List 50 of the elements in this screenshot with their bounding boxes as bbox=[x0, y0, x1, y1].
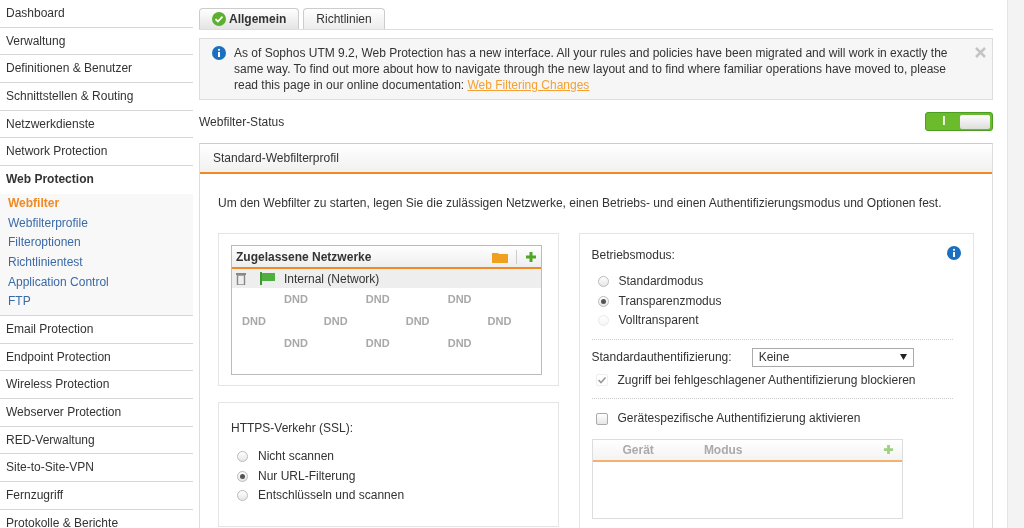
radio-label[interactable]: Standardmodus bbox=[618, 272, 704, 292]
intro-text: Um den Webfilter zu starten, legen Sie die zulässigen Netzwerke, einen Betriebs- und einen Authentifizierungsmodus und Optionen fest. bbox=[218, 196, 943, 211]
drop-zone-label: DND bbox=[284, 335, 308, 351]
sidebar-subitem[interactable]: Application Control bbox=[0, 272, 193, 293]
notice-text: As of Sophos UTM 9.2, Web Protection has a new interface. All your rules and policies have been migrated and will work in exactly the same way. To find out more about how to navigate through the new layout and to find where familiar operations have moved to, please read this page in our online documentation: Web Filtering Changes bbox=[234, 45, 949, 93]
radio-label[interactable]: Nicht scannen bbox=[258, 447, 335, 467]
drop-zone-label: DND bbox=[365, 335, 390, 351]
drop-zone-label: DND bbox=[405, 313, 430, 329]
drop-zone-label: DND bbox=[365, 291, 390, 307]
checkbox-label[interactable]: Gerätespezifische Authentifizierung aktivieren bbox=[617, 409, 861, 429]
plus-icon[interactable] bbox=[524, 250, 537, 263]
drop-zone-label: DND bbox=[242, 313, 266, 329]
auth-dropdown[interactable]: Keine bbox=[751, 347, 914, 367]
radio-button[interactable] bbox=[237, 451, 248, 463]
info-icon bbox=[212, 46, 226, 60]
radio-button[interactable] bbox=[237, 490, 248, 502]
drop-zone-label: DND bbox=[284, 291, 308, 307]
plus-icon[interactable] bbox=[882, 444, 894, 455]
sidebar-subitem[interactable]: Richtlinientest bbox=[0, 252, 193, 273]
sidebar-subitem[interactable]: Webfilterprofile bbox=[0, 213, 193, 234]
tab[interactable]: Richtlinien bbox=[303, 8, 385, 29]
list-title: Zugelassene Netzwerke bbox=[236, 248, 372, 266]
field-label: Standardauthentifizierung: bbox=[591, 349, 732, 366]
radio-button[interactable] bbox=[237, 470, 248, 482]
radio-label[interactable]: Entschlüsseln und scannen bbox=[258, 486, 405, 506]
column-header: Modus bbox=[703, 441, 743, 459]
section-label: Betriebsmodus: bbox=[591, 247, 675, 264]
section-label: HTTPS-Verkehr (SSL): bbox=[231, 420, 355, 437]
panel-title: Standard-Webfilterprofil bbox=[213, 151, 339, 165]
trash-icon[interactable] bbox=[236, 272, 246, 285]
drop-zone-label: DND bbox=[447, 291, 472, 307]
check-icon bbox=[212, 12, 226, 26]
flag-icon bbox=[260, 272, 276, 285]
radio-label[interactable]: Nur URL-Filterung bbox=[258, 466, 356, 486]
radio-button[interactable] bbox=[597, 276, 609, 288]
tab[interactable]: Allgemein bbox=[199, 8, 300, 29]
info-icon[interactable] bbox=[947, 246, 961, 260]
caret-icon bbox=[899, 354, 907, 360]
drop-zone-label: DND bbox=[487, 313, 512, 329]
status-label: Webfilter-Status bbox=[199, 113, 285, 131]
close-icon[interactable] bbox=[975, 47, 986, 58]
sidebar-subitem[interactable]: Filteroptionen bbox=[0, 233, 193, 253]
column-header: Gerät bbox=[622, 441, 654, 459]
radio-button[interactable] bbox=[597, 295, 609, 307]
folder-icon[interactable] bbox=[491, 250, 508, 263]
radio-label[interactable]: Transparenzmodus bbox=[618, 291, 722, 311]
drop-zone-label: DND bbox=[323, 313, 348, 329]
checkbox[interactable] bbox=[595, 412, 608, 425]
sidebar-subitem[interactable]: FTP bbox=[0, 292, 193, 313]
drop-zone-label: DND bbox=[447, 335, 472, 351]
